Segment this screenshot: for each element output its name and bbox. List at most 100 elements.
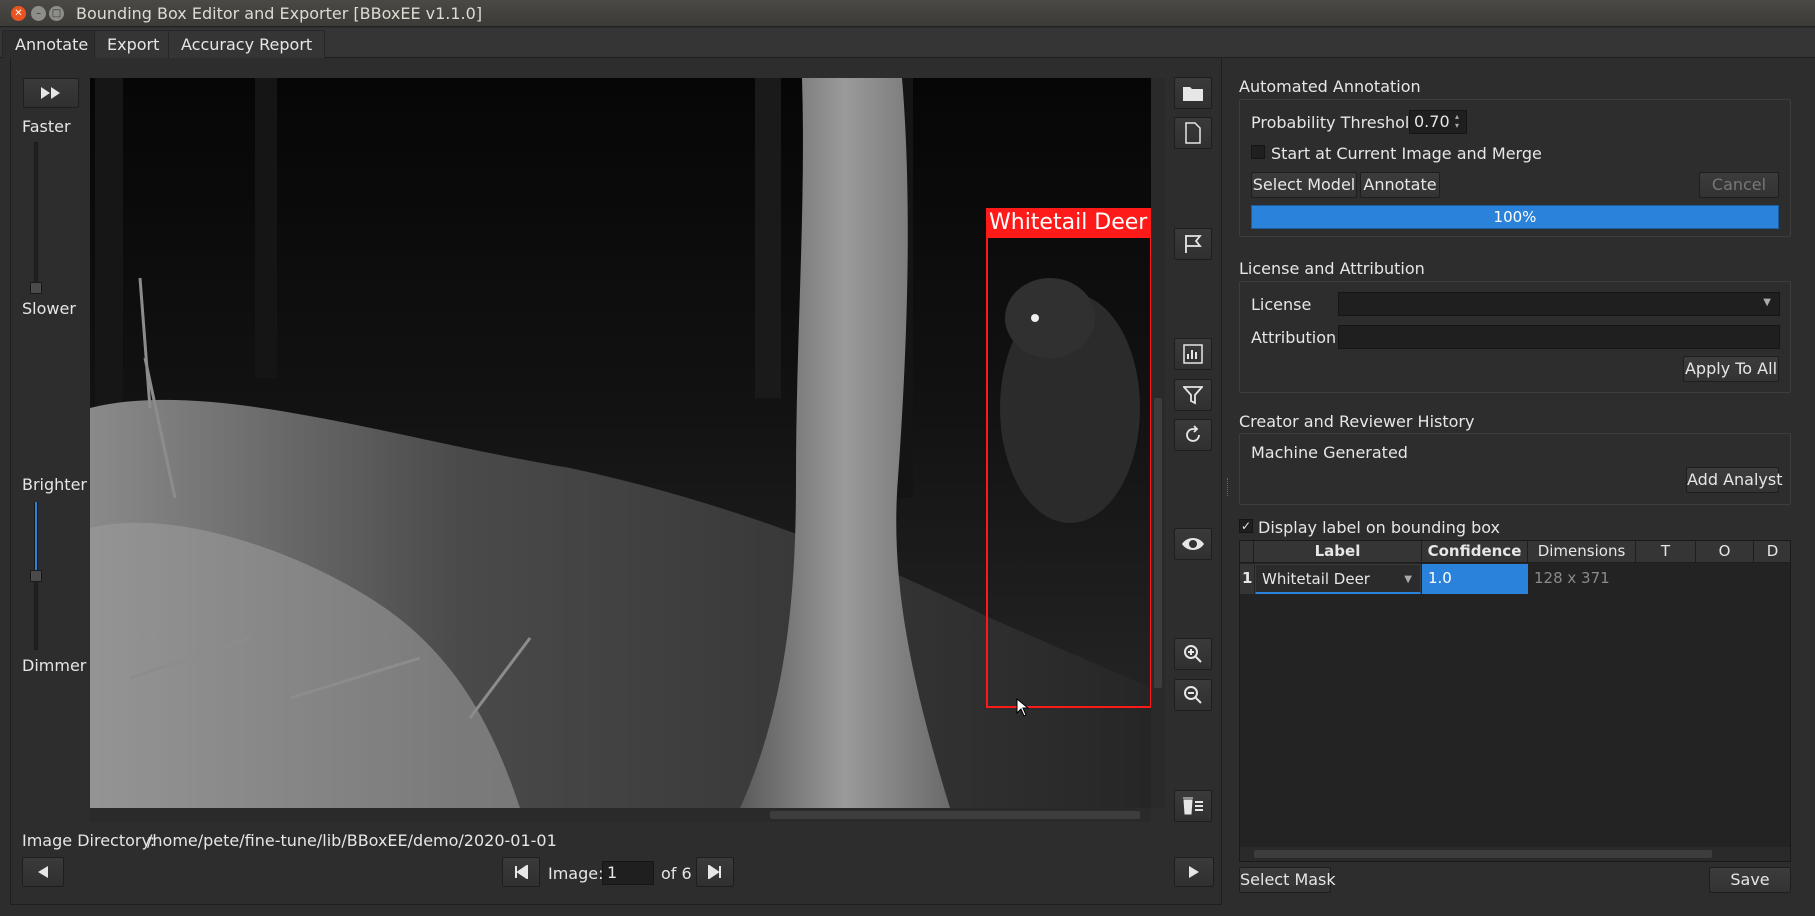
cancel-button[interactable]: Cancel [1699, 172, 1779, 198]
horizontal-scroll-handle[interactable] [770, 811, 1140, 819]
zoom-in-icon [1184, 645, 1202, 663]
probability-threshold-label: Probability Threshold [1251, 113, 1420, 132]
skip-first-icon [515, 865, 528, 879]
attribution-label: Attribution [1251, 328, 1337, 347]
image-index-input[interactable]: 1 [602, 861, 654, 885]
title-bar: ✕ – □ Bounding Box Editor and Exporter [… [0, 0, 1815, 27]
select-model-button[interactable]: Select Model [1251, 172, 1357, 198]
creator-history-title: Creator and Reviewer History [1239, 412, 1475, 431]
bounding-box-label: Whitetail Deer [986, 208, 1151, 238]
save-button[interactable]: Save [1709, 867, 1791, 893]
image-total-label: of 6 [661, 864, 692, 883]
annotation-progress-bar: 100% [1251, 205, 1779, 229]
chart-icon [1183, 344, 1203, 364]
close-window-button[interactable]: ✕ [11, 6, 26, 21]
rotate-button[interactable] [1174, 419, 1212, 451]
flag-button[interactable] [1174, 228, 1212, 260]
rotate-icon [1186, 425, 1200, 442]
tab-annotate[interactable]: Annotate [2, 30, 102, 58]
previous-image-button[interactable] [22, 857, 64, 887]
display-label-checkbox[interactable]: ✓ [1239, 519, 1253, 533]
brightness-slider-fill [35, 502, 37, 576]
select-mask-button[interactable]: Select Mask [1239, 867, 1336, 893]
row-index: 1 [1240, 564, 1254, 594]
zoom-out-button[interactable] [1174, 679, 1212, 711]
arrow-right-icon [1189, 866, 1199, 878]
faster-label: Faster [22, 117, 71, 136]
skip-last-icon [708, 865, 721, 879]
canvas-vertical-scrollbar[interactable] [1151, 78, 1165, 808]
flag-icon [1185, 235, 1202, 253]
table-scroll-handle[interactable] [1254, 850, 1712, 858]
row-label-value: Whitetail Deer [1262, 570, 1370, 588]
table-horizontal-scrollbar[interactable] [1240, 847, 1790, 861]
new-file-button[interactable] [1174, 117, 1212, 149]
license-attribution-title: License and Attribution [1239, 259, 1425, 278]
minimize-window-button[interactable]: – [31, 6, 46, 21]
image-directory-label: Image Directory: [22, 831, 156, 850]
brighter-label: Brighter [22, 475, 87, 494]
license-label: License [1251, 295, 1312, 314]
annotation-table: Label Confidence Dimensions T O D 1 Whit… [1239, 540, 1791, 862]
maximize-window-button[interactable]: □ [49, 6, 64, 21]
filter-button[interactable] [1174, 379, 1212, 411]
row-dimensions: 128 x 371 [1534, 569, 1610, 587]
table-corner [1240, 541, 1254, 563]
column-header-label[interactable]: Label [1254, 541, 1422, 563]
window-title: Bounding Box Editor and Exporter [BBoxEE… [76, 4, 483, 23]
statistics-button[interactable] [1174, 338, 1212, 370]
column-header-confidence[interactable]: Confidence [1422, 541, 1528, 563]
start-at-current-checkbox[interactable] [1251, 145, 1265, 159]
delete-list-icon [1183, 797, 1203, 815]
image-canvas[interactable]: Whitetail Deer [90, 78, 1151, 808]
canvas-horizontal-scrollbar[interactable] [90, 808, 1151, 822]
next-image-button[interactable] [1174, 857, 1214, 887]
column-header-t[interactable]: T [1636, 541, 1696, 563]
annotate-button[interactable]: Annotate [1360, 172, 1440, 198]
splitter-handle[interactable] [1227, 478, 1229, 496]
image-label: Image: [548, 864, 604, 883]
tab-accuracy-report[interactable]: Accuracy Report [168, 30, 326, 58]
zoom-in-button[interactable] [1174, 638, 1212, 670]
eye-icon [1182, 538, 1204, 550]
automated-annotation-title: Automated Annotation [1239, 77, 1421, 96]
add-analyst-button[interactable]: Add Analyst [1686, 467, 1782, 493]
tab-bar: Annotate Export Accuracy Report [0, 28, 1815, 58]
row-confidence[interactable]: 1.0 [1422, 564, 1528, 594]
vertical-scroll-handle[interactable] [1154, 398, 1162, 688]
row-label-select[interactable]: Whitetail Deer ▼ [1255, 564, 1421, 594]
slower-label: Slower [22, 299, 76, 318]
license-select[interactable]: ▼ [1338, 292, 1780, 316]
image-directory-path: /home/pete/fine-tune/lib/BBoxEE/demo/202… [147, 831, 557, 850]
chevron-down-icon: ▼ [1763, 297, 1771, 308]
zoom-out-icon [1184, 686, 1202, 704]
tab-export[interactable]: Export [94, 30, 173, 58]
spinner-arrows-icon[interactable]: ▴ ▾ [1455, 112, 1459, 130]
start-at-current-label: Start at Current Image and Merge [1271, 144, 1542, 163]
display-label-text: Display label on bounding box [1258, 518, 1500, 537]
folder-icon [1183, 87, 1203, 101]
first-image-button[interactable] [502, 857, 540, 887]
column-header-o[interactable]: O [1696, 541, 1754, 563]
column-header-d[interactable]: D [1754, 541, 1790, 563]
arrow-left-icon [38, 866, 48, 878]
open-folder-button[interactable] [1174, 77, 1212, 109]
file-icon [1185, 122, 1201, 144]
dimmer-label: Dimmer [22, 656, 87, 675]
fast-forward-icon [41, 87, 60, 99]
apply-to-all-button[interactable]: Apply To All [1683, 356, 1779, 382]
last-image-button[interactable] [696, 857, 734, 887]
speed-slider[interactable] [34, 142, 38, 294]
mouse-cursor-icon [1016, 698, 1030, 717]
speed-slider-handle[interactable] [30, 282, 42, 294]
filter-icon [1183, 386, 1203, 405]
brightness-slider-handle[interactable] [30, 570, 42, 582]
delete-annotations-button[interactable] [1174, 790, 1212, 822]
visibility-button[interactable] [1174, 528, 1212, 560]
attribution-input[interactable] [1338, 325, 1780, 349]
fast-forward-button[interactable] [23, 78, 79, 108]
chevron-down-icon: ▼ [1404, 574, 1412, 585]
creator-entry: Machine Generated [1251, 443, 1408, 462]
column-header-dimensions[interactable]: Dimensions [1528, 541, 1636, 563]
bounding-box[interactable]: Whitetail Deer [986, 208, 1151, 708]
